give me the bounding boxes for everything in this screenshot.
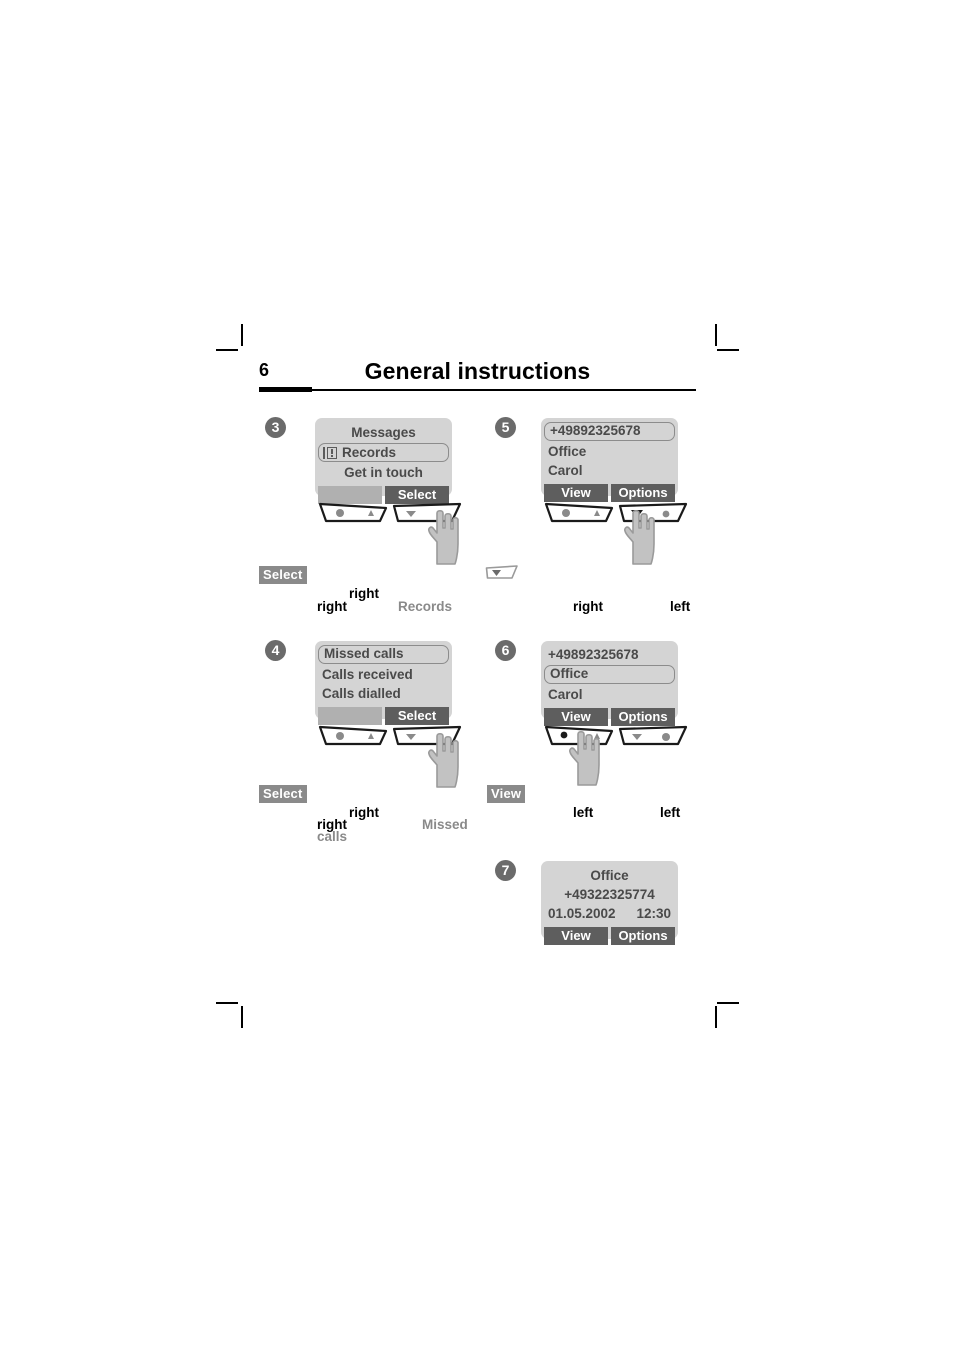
screen-line-office-5[interactable]: Office [541,442,678,461]
down-key-icon [485,564,519,580]
rocker-key-left-5[interactable] [544,500,614,524]
screen-line-carol-6[interactable]: Carol [541,685,678,704]
screen-line-messages[interactable]: Messages [315,423,452,442]
step-badge-6: 6 [495,640,516,661]
screen-line-missed-calls-selected[interactable]: Missed calls [318,645,449,664]
hand-cursor-4 [421,731,463,789]
caption-word-4-c: Missed [422,817,468,832]
caption-word-5-a: right [573,599,603,614]
rocker-key-right-6[interactable] [618,723,688,747]
phone-screen-3: Messages Records Get in touch Select [315,418,452,504]
step-badge-4: 4 [265,640,286,661]
crop-mark-bottom-left-horizontal [216,1002,238,1004]
screen-line-time-7: 12:30 [636,906,671,921]
screen-line-number-5-selected[interactable]: +49892325678 [544,422,675,441]
screen-line-carol-5[interactable]: Carol [541,461,678,480]
step-badge-3: 3 [265,417,286,438]
phone-screen-4: Missed calls Calls received Calls dialle… [315,641,452,725]
caption-word-6-a: left [573,805,594,820]
crop-mark-bottom-right-vertical [715,1006,717,1028]
rocker-key-left-4[interactable] [318,723,388,747]
caption-chip-view-6: View [487,785,526,803]
screen-line-number-6[interactable]: +49892325678 [541,645,678,664]
caption-word-3-c: Records [398,599,453,614]
manual-page: General instructions 6 3 Messages Record… [0,0,954,1351]
screen-line-get-in-touch[interactable]: Get in touch [315,463,452,482]
records-icon [323,446,338,460]
page-number: 6 [259,360,270,380]
screen-line-number-7[interactable]: +49322325774 [541,885,678,904]
caption-chip-select-3: Select [259,566,307,584]
rocker-key-left-3[interactable] [318,500,388,524]
screen-line-records-selected[interactable]: Records [318,443,449,462]
caption-word-4-a: right [349,805,379,820]
keypad-5 [544,500,688,524]
crop-mark-top-right-horizontal [717,349,739,351]
crop-mark-top-right-vertical [715,324,717,346]
step-badge-7: 7 [495,860,516,881]
caption-word-3-b: right [317,599,347,614]
screen-line-calls-dialled[interactable]: Calls dialled [315,684,452,703]
crop-mark-top-left-horizontal [216,349,238,351]
caption-word-4-d: calls [317,829,348,844]
softkey-left-7-view[interactable]: View [544,927,608,945]
softkey-bar-7: View Options [544,927,675,945]
hand-cursor-3 [421,508,463,566]
softkey-right-7-options[interactable]: Options [611,927,675,945]
crop-mark-bottom-left-vertical [241,1006,243,1028]
crop-mark-top-left-vertical [241,324,243,346]
phone-screen-5: +49892325678 Office Carol View Options [541,418,678,502]
header-rule-thin [259,389,696,391]
hand-cursor-6 [562,729,604,787]
phone-screen-6: +49892325678 Office Carol View Options [541,641,678,726]
crop-mark-bottom-right-horizontal [717,1002,739,1004]
caption-chip-select-4: Select [259,785,307,803]
step-badge-5: 5 [495,417,516,438]
caption-word-3-a: right [349,586,379,601]
screen-line-calls-received[interactable]: Calls received [315,665,452,684]
screen-line-datetime-7[interactable]: 01.05.2002 12:30 [541,904,678,923]
caption-word-6-b: left [660,805,681,820]
phone-screen-7: Office +49322325774 01.05.2002 12:30 Vie… [541,861,678,945]
hand-cursor-5 [617,508,659,566]
screen-line-office-7[interactable]: Office [541,866,678,885]
screen-line-date-7: 01.05.2002 [548,906,616,921]
page-title: General instructions [364,358,591,384]
screen-line-records-label: Records [342,444,397,460]
caption-word-5-b: left [670,599,691,614]
screen-line-office-6-selected[interactable]: Office [544,665,675,684]
